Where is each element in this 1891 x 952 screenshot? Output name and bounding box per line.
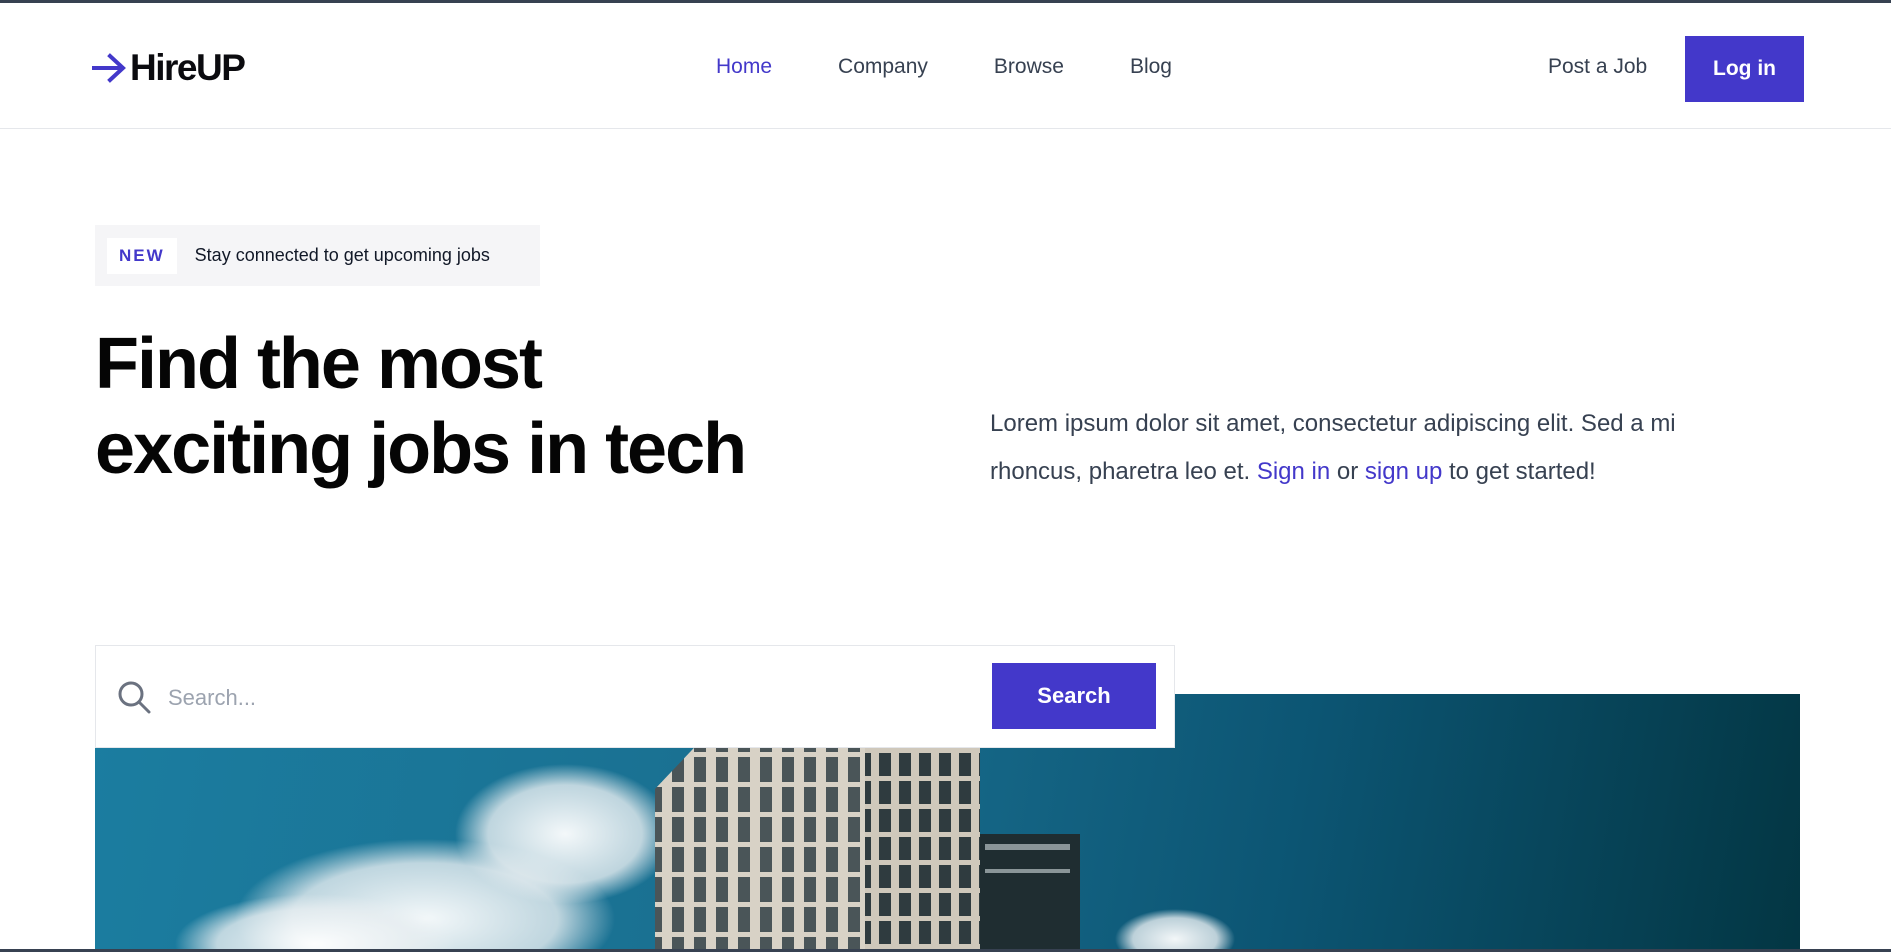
brand-logo[interactable]: HireUP xyxy=(92,47,246,89)
new-badge: NEW xyxy=(107,237,177,274)
nav-item-browse[interactable]: Browse xyxy=(994,55,1064,79)
main-menu: Home Company Browse Blog xyxy=(716,55,1238,79)
sign-in-link[interactable]: Sign in xyxy=(1257,458,1330,485)
hero-title-line-2: exciting jobs in tech xyxy=(95,409,747,489)
search-icon xyxy=(118,681,151,714)
hero-title-line-1: Find the most xyxy=(95,324,543,404)
top-navigation: HireUP Home Company Browse Blog Post a J… xyxy=(0,3,1891,129)
search-input[interactable] xyxy=(166,670,970,726)
hero-description-suffix: to get started! xyxy=(1442,458,1596,485)
hero-title: Find the most exciting jobs in tech xyxy=(95,322,855,492)
job-search-bar: Search xyxy=(95,645,1175,748)
search-button[interactable]: Search xyxy=(992,663,1156,729)
brand-name: HireUP xyxy=(130,47,246,88)
post-job-link[interactable]: Post a Job xyxy=(1548,55,1647,79)
or-text: or xyxy=(1330,458,1365,485)
login-button[interactable]: Log in xyxy=(1685,36,1804,102)
hero-description: Lorem ipsum dolor sit amet, consectetur … xyxy=(990,400,1750,496)
nav-item-company[interactable]: Company xyxy=(838,55,928,79)
announcement-text: Stay connected to get upcoming jobs xyxy=(194,245,490,265)
sign-up-link[interactable]: sign up xyxy=(1365,458,1442,485)
announcement-banner[interactable]: NEW Stay connected to get upcoming jobs xyxy=(95,225,540,286)
arrow-right-icon xyxy=(92,53,126,83)
nav-item-home[interactable]: Home xyxy=(716,55,772,79)
nav-item-blog[interactable]: Blog xyxy=(1130,55,1172,79)
